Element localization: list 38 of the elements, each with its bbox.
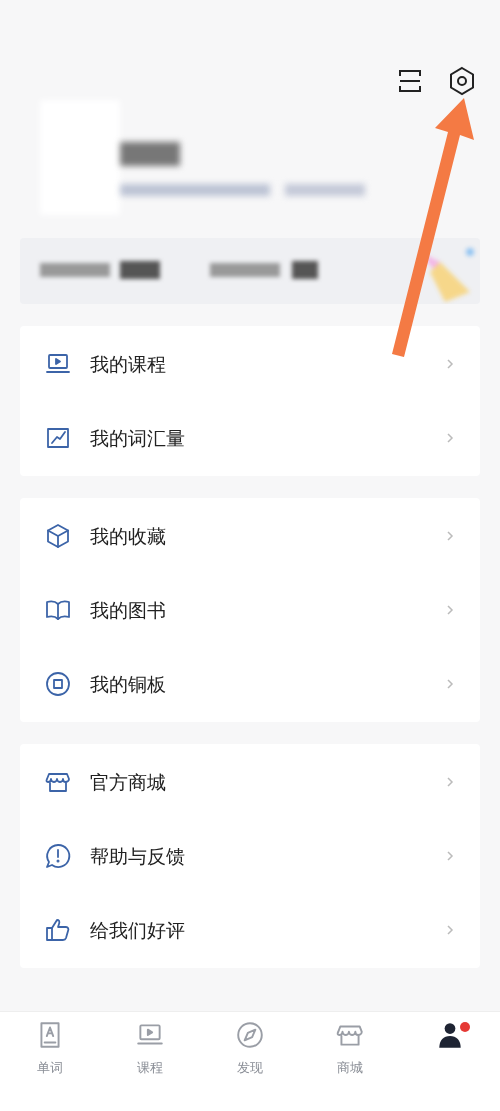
menu-label: 我的收藏 bbox=[90, 523, 167, 549]
menu-item[interactable]: 帮助与反馈 bbox=[20, 819, 480, 893]
menu-item[interactable]: 我的收藏 bbox=[20, 499, 480, 573]
settings-icon[interactable] bbox=[448, 66, 476, 96]
menu-label: 我的词汇量 bbox=[90, 425, 186, 451]
thumbs-up-icon bbox=[44, 916, 72, 944]
tab[interactable]: 商城 bbox=[300, 1020, 400, 1111]
menu-label: 给我们好评 bbox=[90, 917, 186, 943]
tab-label: 商城 bbox=[337, 1059, 363, 1077]
chevron-icon bbox=[446, 678, 454, 690]
tab-label: 单词 bbox=[37, 1059, 63, 1077]
menu-item[interactable]: 我的铜板 bbox=[20, 647, 480, 721]
chevron-icon bbox=[446, 776, 454, 788]
menu-label: 帮助与反馈 bbox=[90, 843, 186, 869]
chevron-icon bbox=[446, 358, 454, 370]
coin-icon bbox=[44, 670, 72, 698]
tab-label: 课程 bbox=[137, 1059, 163, 1077]
tab[interactable]: 发现 bbox=[200, 1020, 300, 1111]
chevron-icon bbox=[446, 924, 454, 936]
compass-icon bbox=[235, 1020, 265, 1050]
menu-item[interactable]: 官方商城 bbox=[20, 745, 480, 819]
menu-label: 我的铜板 bbox=[90, 671, 167, 697]
menu-item[interactable]: 我的课程 bbox=[20, 327, 480, 401]
menu-item[interactable]: 我的词汇量 bbox=[20, 401, 480, 475]
help-bubble-icon bbox=[44, 842, 72, 870]
tab-label: 发现 bbox=[237, 1059, 263, 1077]
chevron-icon bbox=[446, 850, 454, 862]
cube-icon bbox=[44, 522, 72, 550]
menu-item[interactable]: 我的图书 bbox=[20, 573, 480, 647]
chevron-icon bbox=[446, 530, 454, 542]
menu-label: 官方商城 bbox=[90, 769, 167, 795]
tab[interactable]: 单词 bbox=[0, 1020, 100, 1111]
menu-label: 我的课程 bbox=[90, 351, 167, 377]
scan-icon[interactable] bbox=[396, 67, 424, 95]
chevron-icon bbox=[446, 604, 454, 616]
menu-label: 我的图书 bbox=[90, 597, 167, 623]
menu-item[interactable]: 给我们好评 bbox=[20, 893, 480, 967]
chevron-icon bbox=[446, 432, 454, 444]
